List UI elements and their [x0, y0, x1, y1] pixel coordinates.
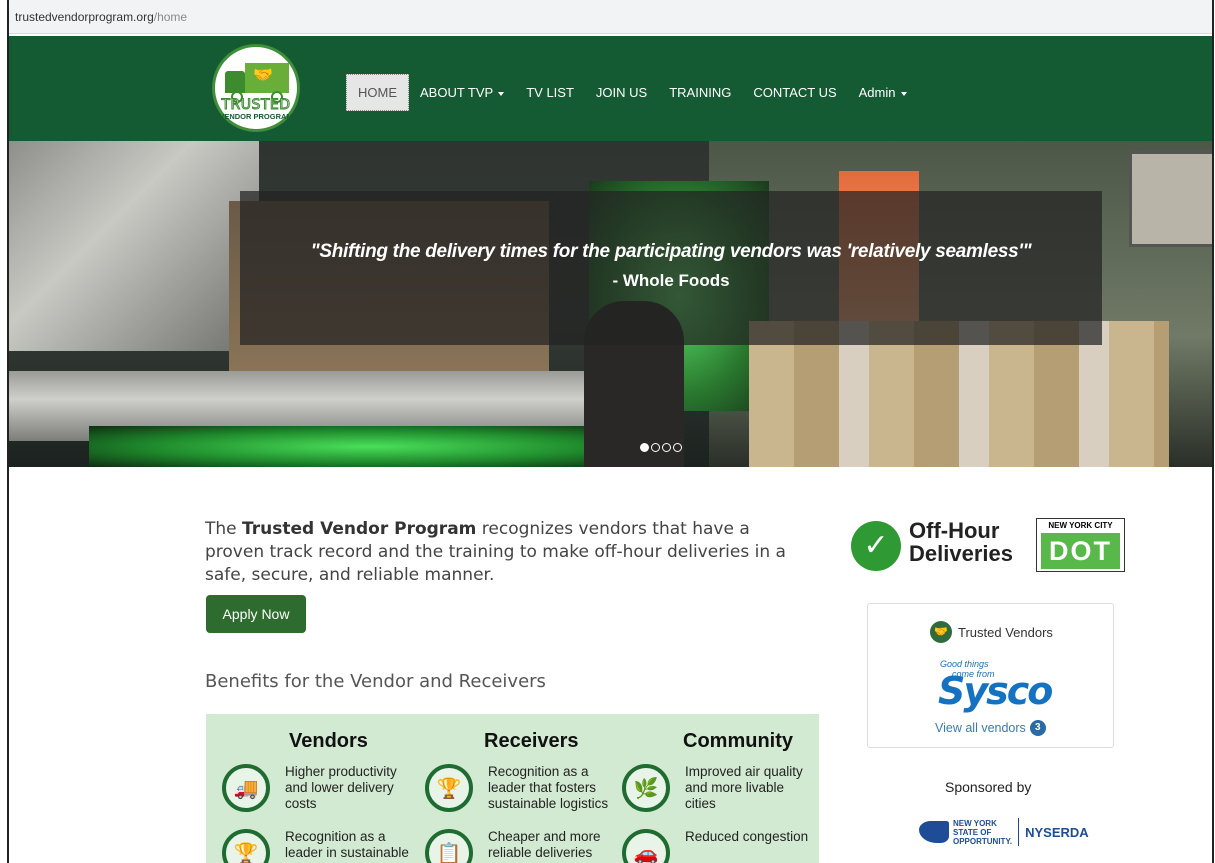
site-header: 🤝 TRUSTED VENDOR PROGRAM HOME ABOUT TVP …	[9, 36, 1212, 141]
nyserda-logo: NYSERDA	[1025, 824, 1089, 840]
nav-training[interactable]: TRAINING	[658, 75, 742, 110]
address-bar[interactable]: trustedvendorprogram.org/home	[9, 0, 1212, 34]
chef-image	[9, 141, 259, 351]
carousel-indicators	[640, 443, 682, 452]
carousel-dot[interactable]	[640, 443, 649, 452]
off-hour-deliveries-logo: ✓ Off-Hour Deliveries NEW YORK CITY DOT	[851, 518, 1131, 574]
hero-quote-author: - Whole Foods	[612, 271, 730, 290]
caret-down-icon	[498, 91, 505, 96]
carousel-dot[interactable]	[651, 443, 660, 452]
benefits-heading: Benefits for the Vendor and Receivers	[205, 671, 546, 692]
main-nav: HOME ABOUT TVP TV LIST JOIN US TRAINING …	[346, 74, 918, 111]
new-york-state-map-icon	[919, 821, 949, 843]
apply-now-button[interactable]: Apply Now	[206, 595, 306, 633]
hero-carousel[interactable]: "Shifting the delivery times for the par…	[9, 141, 1212, 467]
carousel-dot[interactable]	[673, 443, 682, 452]
hero-quote: "Shifting the delivery times for the par…	[310, 241, 1032, 262]
trophy-icon: 🏆	[222, 829, 270, 863]
trusted-vendors-heading: 🤝 Trusted Vendors	[930, 621, 1053, 643]
view-all-vendors-link[interactable]: View all vendors 3	[935, 720, 1046, 736]
leaf-icon: 🌿	[622, 764, 670, 812]
carousel-caption: "Shifting the delivery times for the par…	[240, 191, 1102, 345]
url-host: trustedvendorprogram.org	[15, 10, 154, 24]
nav-admin[interactable]: Admin	[848, 75, 918, 110]
program-name: Trusted Vendor Program	[242, 519, 477, 539]
nav-about-tvp[interactable]: ABOUT TVP	[409, 75, 515, 110]
nyc-dot-logo: NEW YORK CITY DOT	[1036, 518, 1125, 572]
benefits-vendors-title: Vendors	[289, 730, 368, 752]
car-icon: 🚗	[622, 829, 670, 863]
logo-subtitle: VENDOR PROGRAM	[219, 112, 293, 121]
handshake-icon: 🤝	[253, 65, 273, 84]
browser-window: trustedvendorprogram.org/home 🤝 TRUSTED …	[7, 0, 1214, 863]
benefits-community-title: Community	[683, 730, 793, 752]
handshake-icon: 🤝	[930, 621, 952, 643]
trusted-vendors-card: 🤝 Trusted Vendors Good things come from S…	[867, 603, 1114, 748]
building-window	[1129, 151, 1212, 247]
sponsored-by-label: Sponsored by	[945, 779, 1032, 795]
intro-paragraph: The Trusted Vendor Program recognizes ve…	[205, 519, 786, 585]
nav-contact-us[interactable]: CONTACT US	[742, 75, 847, 110]
sysco-logo[interactable]: Good things come from Sysco	[938, 659, 1053, 713]
nav-home[interactable]: HOME	[346, 74, 409, 111]
carousel-dot[interactable]	[662, 443, 671, 452]
delivery-truck-icon: 🚚	[222, 764, 270, 812]
truck-icon	[225, 71, 245, 93]
url-path: /home	[153, 10, 188, 24]
caret-down-icon	[900, 91, 907, 96]
trophy-icon: 🏆	[425, 764, 473, 812]
checkmark-icon: ✓	[851, 521, 901, 571]
nav-tv-list[interactable]: TV LIST	[515, 75, 585, 110]
logo-title: TRUSTED	[221, 97, 291, 114]
benefits-panel: Vendors 🚚 Higher productivity and lower …	[206, 714, 819, 863]
vendor-count-badge: 3	[1029, 720, 1046, 736]
benefits-receivers-title: Receivers	[484, 730, 579, 752]
clipboard-check-icon: 📋	[425, 829, 473, 863]
site-logo[interactable]: 🤝 TRUSTED VENDOR PROGRAM	[212, 44, 300, 132]
sponsor-logos: NEW YORK STATE OF OPPORTUNITY. NYSERDA	[919, 818, 1089, 846]
nav-join-us[interactable]: JOIN US	[585, 75, 658, 110]
